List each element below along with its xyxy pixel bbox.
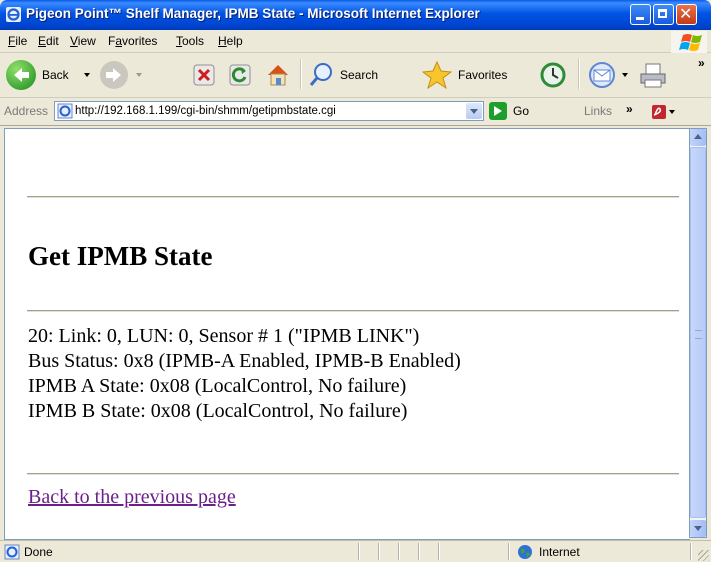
stop-button[interactable] [190,57,220,93]
status-text: Done [24,545,53,559]
sensor-line: 20: Link: 0, LUN: 0, Sensor # 1 ("IPMB L… [28,325,420,347]
go-arrow-icon [489,102,507,120]
back-arrow-icon [6,60,36,90]
menu-view[interactable]: View [70,34,96,48]
window-title: Pigeon Point™ Shelf Manager, IPMB State … [26,6,480,21]
address-label: Address [4,104,49,118]
status-bar: Done Internet [0,540,711,562]
status-divider [508,543,510,560]
title-bar[interactable]: Pigeon Point™ Shelf Manager, IPMB State … [0,0,711,30]
vertical-scrollbar[interactable] [689,128,707,538]
refresh-button[interactable] [226,57,256,93]
menu-bar: File Edit View Favorites Tools Help [0,30,711,53]
ipmb-state-details: 20: Link: 0, LUN: 0, Sensor # 1 ("IPMB L… [28,324,461,424]
back-dropdown-icon[interactable] [84,73,90,77]
back-to-previous-page-link[interactable]: Back to the previous page [28,486,236,509]
scroll-down-button[interactable] [690,520,706,537]
menu-tools[interactable]: Tools [176,34,204,48]
print-icon [640,63,666,88]
close-button[interactable]: ✕ [676,4,697,25]
horizontal-rule [27,473,679,475]
stop-icon [193,64,215,86]
address-url: http://192.168.1.199/cgi-bin/shmm/getipm… [75,105,336,117]
page-heading: Get IPMB State [28,241,213,271]
minimize-icon [636,17,644,20]
history-icon [540,62,566,88]
resize-grip[interactable] [698,550,709,561]
maximize-icon [658,9,667,18]
horizontal-rule [27,310,679,312]
maximize-button[interactable] [653,4,674,25]
bus-status-line: Bus Status: 0x8 (IPMB-A Enabled, IPMB-B … [28,350,461,372]
page-content: Get IPMB State 20: Link: 0, LUN: 0, Sens… [4,128,690,540]
back-button[interactable]: Back [6,57,94,93]
status-divider [418,543,420,560]
close-icon: ✕ [679,4,693,23]
ipmb-b-state-line: IPMB B State: 0x08 (LocalControl, No fai… [28,400,408,422]
forward-arrow-icon [100,61,128,89]
mail-icon [589,62,615,88]
ipmb-a-state-line: IPMB A State: 0x08 (LocalControl, No fai… [28,375,407,397]
menu-help[interactable]: Help [218,34,243,48]
home-icon [268,65,288,86]
minimize-button[interactable] [630,4,651,25]
home-button[interactable] [262,57,294,93]
page-icon [57,103,73,119]
menu-favorites[interactable]: Favorites [108,34,157,48]
address-input[interactable]: http://192.168.1.199/cgi-bin/shmm/getipm… [54,101,484,121]
refresh-icon [229,64,251,86]
menu-edit[interactable]: Edit [38,34,59,48]
internet-zone-icon [518,545,532,559]
print-button[interactable] [636,57,670,93]
status-divider [378,543,380,560]
mail-button[interactable] [584,57,632,93]
address-dropdown-icon[interactable] [466,103,482,119]
windows-logo-icon [671,31,707,53]
status-divider [398,543,400,560]
ie-icon [6,7,21,22]
links-button[interactable]: Links [584,104,612,118]
scroll-up-button[interactable] [690,129,706,146]
links-chevron-icon[interactable]: » [626,102,633,116]
status-divider [358,543,360,560]
mail-dropdown-icon[interactable] [622,73,628,77]
toolbar-separator [578,59,580,89]
status-divider [690,543,692,560]
security-zone-label: Internet [539,545,580,559]
toolbar-separator [300,59,302,89]
go-button[interactable]: Go [489,101,539,121]
toolbar-chevron-icon[interactable]: » [698,56,705,70]
star-icon [422,60,452,90]
forward-dropdown-icon[interactable] [136,73,142,77]
forward-button[interactable] [100,57,144,93]
page-done-icon [4,544,20,560]
acrobat-icon[interactable] [650,103,676,121]
scroll-thumb[interactable] [690,147,706,518]
horizontal-rule [27,196,679,198]
search-button[interactable]: Search [306,57,410,93]
address-bar: Address http://192.168.1.199/cgi-bin/shm… [0,98,711,126]
browser-window: Pigeon Point™ Shelf Manager, IPMB State … [0,0,711,562]
standard-toolbar: Back Search Favorites » [0,53,711,98]
history-button[interactable] [536,57,572,93]
status-divider [438,543,440,560]
favorites-button[interactable]: Favorites [422,57,534,93]
menu-file[interactable]: File [8,34,27,48]
search-icon [309,63,332,86]
